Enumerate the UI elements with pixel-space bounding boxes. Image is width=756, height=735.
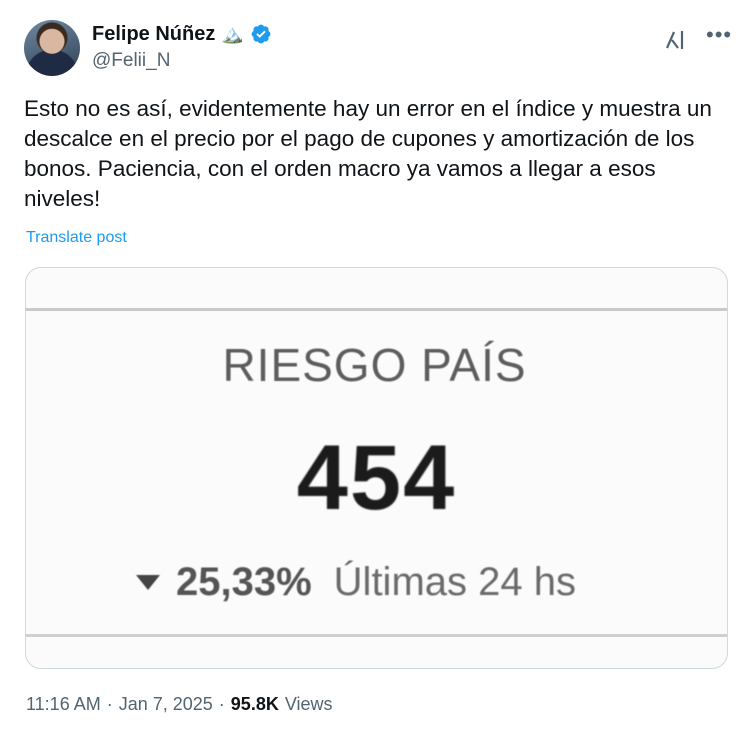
translate-post-link[interactable]: Translate post [26,229,127,247]
riesgo-pais-value: 454 [296,427,457,529]
separator-dot: · [106,694,113,714]
author-info: Felipe Núñez 🏔️ @Felii_N [92,22,272,72]
display-name-row: Felipe Núñez 🏔️ [92,22,272,46]
mountain-emoji-icon: 🏔️ [221,24,244,44]
separator-dot: · [218,694,225,714]
more-options-icon[interactable]: ••• [706,24,732,50]
post-header: Felipe Núñez 🏔️ @Felii_N ••• [24,18,732,78]
change-period: Últimas 24 hs [333,560,576,604]
post-text: Esto no es así, evidentemente hay un err… [24,96,712,211]
post-image[interactable]: RIESGO PAÍS 454 25,33% Últimas 24 hs [25,267,728,669]
change-row: 25,33% Últimas 24 hs [136,560,576,605]
image-divider-top [26,308,727,311]
views-label[interactable]: Views [285,694,333,715]
down-arrow-icon [136,575,160,590]
post-time[interactable]: 11:16 AM [26,694,101,715]
change-percent: 25,33% [176,560,312,604]
verified-badge-icon[interactable] [250,23,272,45]
image-divider-bottom [26,634,727,637]
post-date[interactable]: Jan 7, 2025 [119,694,213,715]
author-handle[interactable]: @Felii_N [92,50,272,72]
avatar[interactable] [24,20,80,76]
post-footer: 11:16 AM · Jan 7, 2025 · 95.8K Views [26,694,333,715]
views-count[interactable]: 95.8K [231,694,279,715]
display-name[interactable]: Felipe Núñez [92,23,215,46]
riesgo-pais-title: RIESGO PAÍS [222,339,527,391]
grok-icon[interactable] [664,28,688,52]
